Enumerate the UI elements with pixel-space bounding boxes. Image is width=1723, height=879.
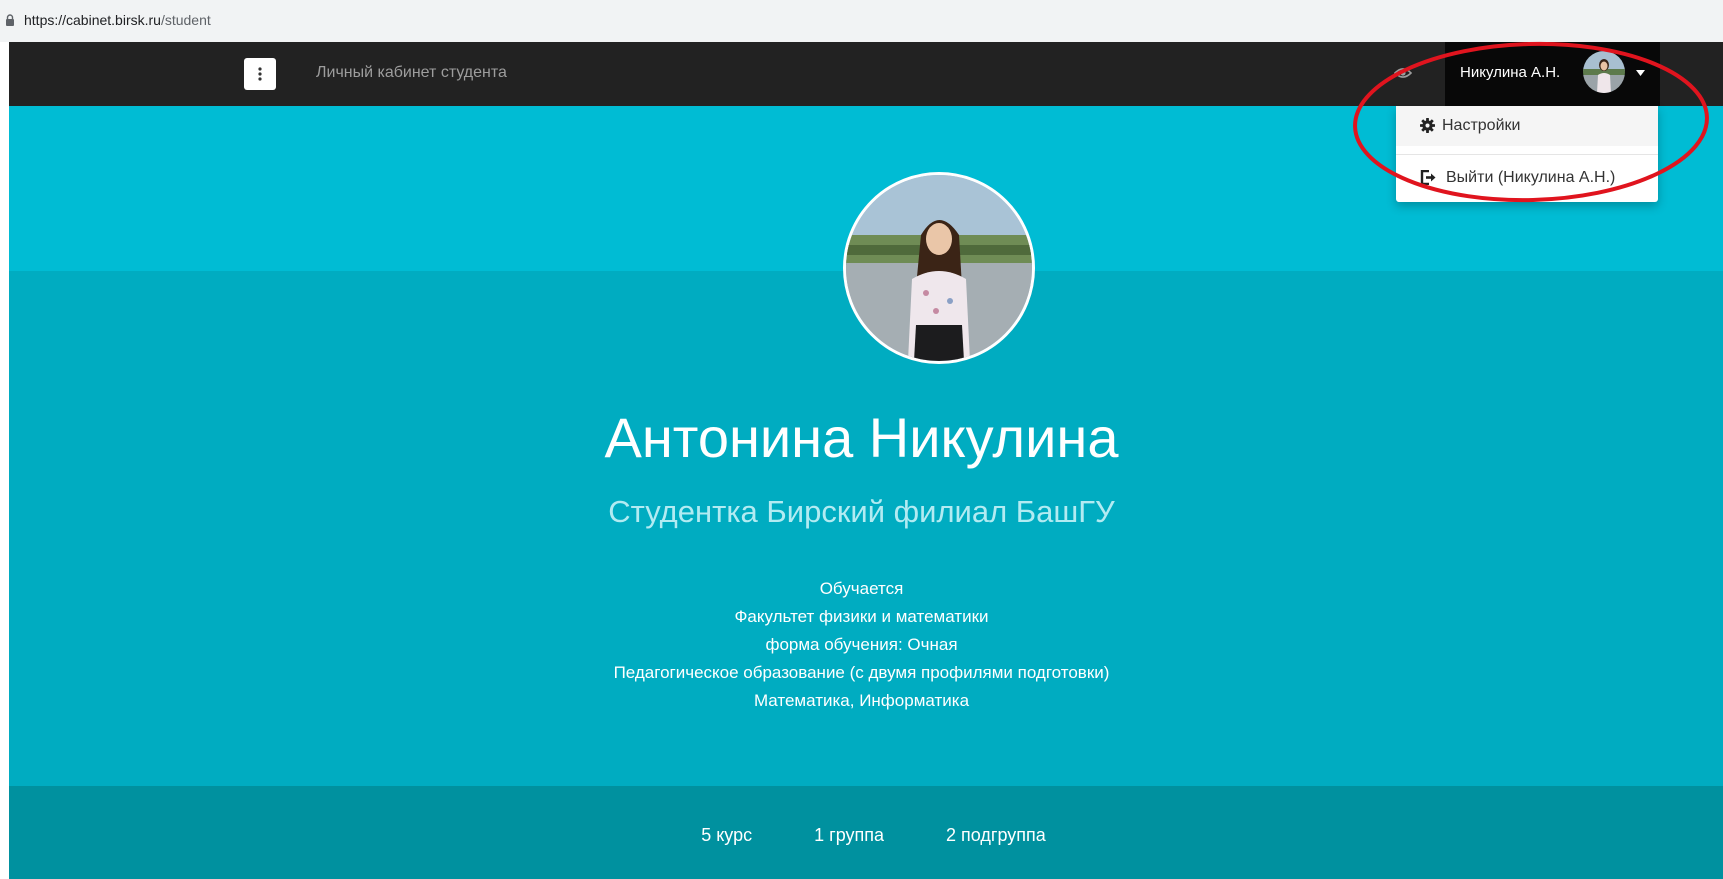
url-text[interactable]: https://cabinet.birsk.ru/student bbox=[24, 12, 211, 28]
dropdown-divider bbox=[1396, 154, 1658, 155]
user-avatar bbox=[1583, 51, 1625, 93]
detail-status: Обучается bbox=[819, 579, 904, 598]
browser-address-bar[interactable]: https://cabinet.birsk.ru/student bbox=[0, 0, 1723, 42]
brand-title[interactable]: Личный кабинет студента bbox=[316, 64, 507, 82]
profile-details: Обучается Факультет физики и математики … bbox=[0, 575, 1723, 715]
detail-program: Педагогическое образование (с двумя проф… bbox=[613, 663, 1110, 682]
stat-group: 1 группа bbox=[814, 825, 885, 845]
page: https://cabinet.birsk.ru/student Личный … bbox=[0, 0, 1723, 879]
stat-course: 5 курс bbox=[701, 825, 753, 845]
logout-label: Выйти (Никулина А.Н.) bbox=[1446, 169, 1616, 186]
detail-faculty: Факультет физики и математики bbox=[734, 607, 989, 626]
profile-subtitle: Студентка Бирский филиал БашГУ bbox=[608, 494, 1115, 529]
settings-label: Настройки bbox=[1442, 117, 1521, 134]
user-name: Никулина А.Н. bbox=[1460, 64, 1561, 81]
profile-photo bbox=[843, 172, 1035, 364]
profile-full-name: Антонина Никулина bbox=[604, 406, 1119, 469]
gear-icon bbox=[1420, 118, 1435, 133]
user-menu-toggle[interactable]: Никулина А.Н. bbox=[1445, 42, 1660, 106]
detail-study-form: форма обучения: Очная bbox=[765, 635, 958, 654]
dropdown-item-settings[interactable]: Настройки bbox=[1396, 106, 1658, 146]
url-host: https://cabinet.birsk.ru bbox=[24, 12, 161, 28]
lock-icon bbox=[6, 14, 14, 26]
caret-down-icon bbox=[1636, 70, 1645, 76]
menu-button[interactable] bbox=[244, 58, 276, 90]
url-path: /student bbox=[160, 12, 211, 28]
detail-profiles: Математика, Информатика bbox=[753, 691, 970, 710]
navbar: Личный кабинет студента Никулина А.Н. bbox=[9, 42, 1723, 106]
stat-subgroup: 2 подгруппа bbox=[946, 825, 1046, 845]
logout-icon bbox=[1420, 170, 1436, 185]
dropdown-item-logout[interactable]: Выйти (Никулина А.Н.) bbox=[1396, 158, 1658, 198]
menu-dots-icon bbox=[258, 67, 262, 81]
profile-stats: 5 курс 1 группа 2 подгруппа bbox=[0, 825, 1723, 846]
eye-icon[interactable] bbox=[1394, 66, 1412, 80]
user-dropdown-menu: Настройки Выйти (Никулина А.Н.) bbox=[1396, 106, 1658, 202]
